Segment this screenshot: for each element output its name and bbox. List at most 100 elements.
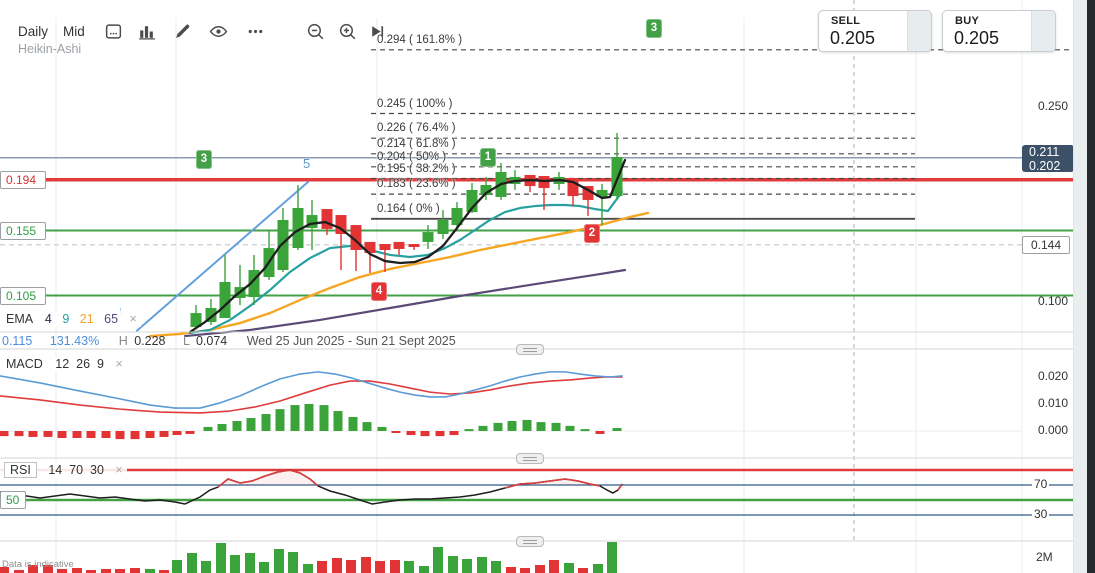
macd-histogram-bar — [291, 405, 300, 431]
zoom-out-icon[interactable] — [306, 22, 325, 41]
draw-icon[interactable] — [173, 22, 192, 41]
fib-level-label: 0.245 ( 100% ) — [377, 98, 452, 110]
rsi-indicator-row: RSI 14 70 30 × — [0, 461, 127, 479]
macd-histogram-bar — [146, 431, 155, 438]
wave-label-badge[interactable]: 4 — [371, 282, 387, 301]
macd-histogram-bar — [233, 421, 242, 431]
macd-histogram-bar — [334, 411, 343, 431]
period-grid-icon[interactable] — [104, 22, 123, 41]
ema-indicator-row: EMA 4 9 21 65 × — [2, 311, 141, 327]
macd-histogram-bar — [479, 426, 488, 431]
wave-label-badge[interactable]: 3 — [646, 19, 662, 38]
macd-close-icon[interactable]: × — [115, 357, 122, 371]
macd-histogram-bar — [218, 424, 227, 431]
data-indicative-note: Data is indicative — [2, 559, 74, 570]
volume-bar — [230, 555, 240, 573]
change-value: 0.115 — [2, 334, 32, 348]
low-label: L — [183, 334, 190, 348]
sell-button[interactable]: SELL 0.205 — [818, 10, 932, 52]
buy-button-strip — [1031, 11, 1055, 51]
badge-price-2: 0.202 — [1022, 159, 1074, 172]
macd-histogram-bar — [186, 431, 195, 434]
macd-histogram-bar — [0, 431, 9, 436]
axis-macd-tick: 0.000 — [1022, 423, 1068, 437]
volume-bar — [433, 547, 443, 573]
high-label: H — [119, 334, 128, 348]
volume-bar — [491, 561, 501, 573]
macd-histogram-bar — [44, 431, 53, 437]
volume-bar — [245, 553, 255, 573]
macd-label: MACD — [6, 357, 43, 371]
ema-param: 4 — [45, 312, 52, 326]
volume-bar — [578, 568, 588, 573]
candle-body — [322, 209, 333, 229]
volume-bar — [448, 556, 458, 573]
candle-body — [409, 244, 420, 247]
candle-body — [380, 244, 391, 250]
scrollbar-track[interactable] — [1073, 0, 1088, 573]
macd-histogram-bar — [73, 431, 82, 438]
axis-rsi-tick: 70 — [1032, 477, 1049, 491]
volume-bar — [390, 560, 400, 573]
macd-histogram-bar — [131, 431, 140, 439]
macd-histogram-bar — [116, 431, 125, 439]
wave-label-badge[interactable]: 1 — [480, 148, 496, 167]
panel-resize-handle[interactable] — [516, 536, 544, 547]
fib-level-label: 0.183 ( 23.6% ) — [377, 178, 456, 190]
macd-histogram-bar — [450, 431, 459, 435]
macd-histogram-bar — [15, 431, 24, 436]
price-alert-label: 0.194 — [0, 171, 46, 189]
eye-icon[interactable] — [209, 22, 228, 41]
rsi-mid-label: 50 — [0, 491, 26, 509]
panel-resize-handle[interactable] — [516, 453, 544, 464]
macd-histogram-bar — [508, 421, 517, 431]
wave-label-badge[interactable]: 2 — [584, 224, 600, 243]
axis-price-tick: 0.250 — [1022, 99, 1068, 113]
macd-histogram-bar — [523, 420, 532, 431]
chart-style-label: Heikin-Ashi — [18, 42, 81, 56]
ema-label: EMA — [6, 312, 32, 326]
chart-type-icon[interactable] — [137, 22, 156, 41]
trading-chart-window: 0.294 ( 161.8% )0.245 ( 100% )0.226 ( 76… — [0, 0, 1095, 573]
macd-params: 12 26 9 — [55, 357, 104, 371]
low-value: 0.074 — [196, 334, 227, 348]
wave-label-badge[interactable]: 3 — [196, 150, 212, 169]
price-mode-selector[interactable]: Mid — [63, 24, 85, 39]
date-range: Wed 25 Jun 2025 - Sun 21 Sept 2025 — [247, 334, 456, 348]
go-to-end-icon[interactable] — [368, 22, 387, 41]
macd-histogram-bar — [421, 431, 430, 436]
instrument-info-line: 0.115 131.43% H 0.228 L 0.074 Wed 25 Jun… — [2, 334, 456, 348]
high-value: 0.228 — [134, 334, 165, 348]
volume-bar — [303, 564, 313, 573]
rsi-overbought-fill — [218, 470, 318, 487]
zoom-in-icon[interactable] — [338, 22, 357, 41]
timeframe-selector[interactable]: Daily — [18, 24, 48, 39]
panel-resize-handle[interactable] — [516, 344, 544, 355]
ema-param: 9 — [62, 312, 69, 326]
side-panel-edge — [1087, 0, 1095, 573]
price-alert-label: 0.105 — [0, 287, 46, 305]
axis-macd-tick: 0.020 — [1022, 369, 1068, 383]
badge-price-1: 0.211 — [1022, 145, 1074, 159]
more-icon[interactable] — [246, 22, 265, 41]
volume-bar — [201, 561, 211, 573]
axis-macd-tick: 0.010 — [1022, 396, 1068, 410]
volume-bar — [593, 564, 603, 573]
rsi-label: RSI — [4, 462, 37, 478]
volume-bar — [274, 549, 284, 573]
volume-bar — [404, 561, 414, 573]
current-price-badge: 0.2110.202 — [1022, 145, 1074, 172]
macd-histogram-bar — [102, 431, 111, 438]
buy-button[interactable]: BUY 0.205 — [942, 10, 1056, 52]
candle-body — [278, 220, 289, 270]
rsi-close-icon[interactable]: × — [115, 463, 122, 477]
sell-button-strip — [907, 11, 931, 51]
macd-histogram-bar — [160, 431, 169, 437]
wave-label-text[interactable]: 5 — [303, 156, 310, 171]
volume-bar — [259, 562, 269, 573]
axis-price-tick: 0.100 — [1022, 294, 1068, 308]
macd-histogram-bar — [596, 431, 605, 434]
ema-close-icon[interactable]: × — [130, 312, 137, 326]
volume-bar — [317, 561, 327, 573]
macd-histogram-bar — [305, 404, 314, 431]
